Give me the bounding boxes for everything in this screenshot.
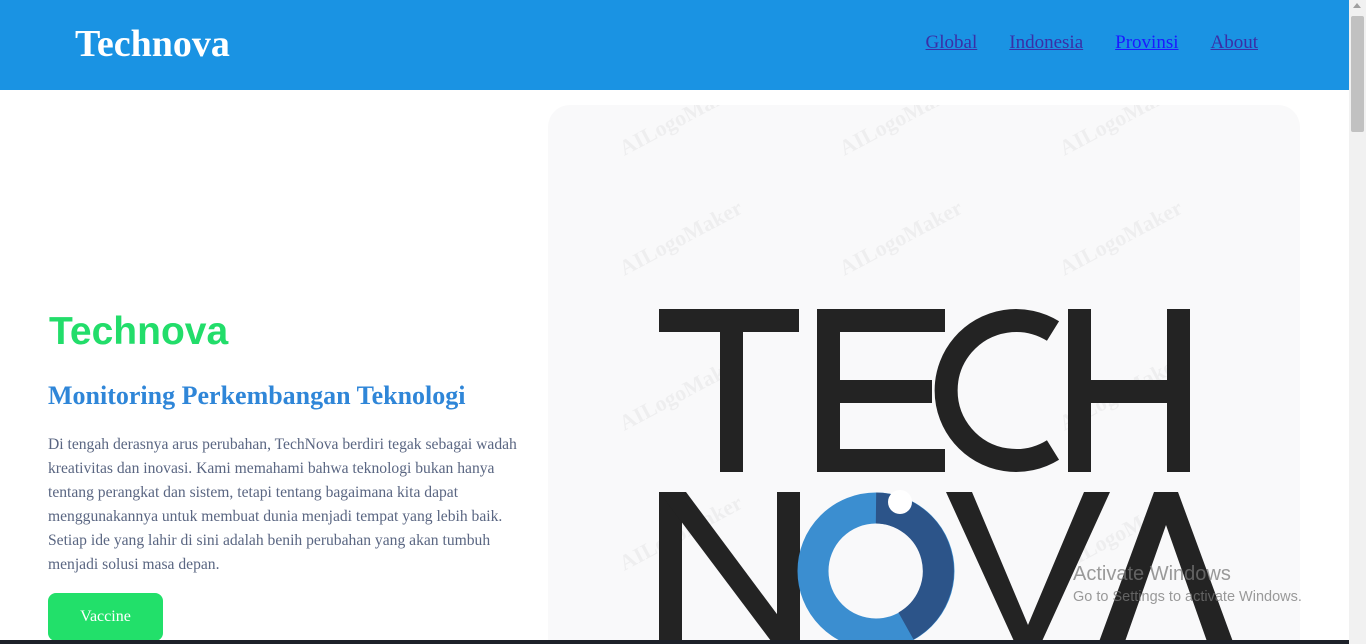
taskbar-edge	[0, 640, 1349, 644]
scrollbar-thumb[interactable]	[1351, 16, 1364, 132]
logo-letter-n	[777, 492, 800, 644]
activate-windows-watermark: Activate Windows Go to Settings to activ…	[1073, 563, 1302, 605]
hero-title: Technova	[49, 310, 229, 353]
navbar-brand[interactable]: Technova	[75, 22, 230, 66]
nav-link-provinsi[interactable]: Provinsi	[1115, 32, 1178, 54]
hero-subtitle: Monitoring Perkembangan Teknologi	[48, 381, 466, 410]
logo-letter-t	[720, 309, 743, 472]
nav-link-indonesia[interactable]: Indonesia	[1009, 32, 1083, 54]
vaccine-button[interactable]: Vaccine	[48, 593, 163, 641]
logo-letter-e	[817, 449, 945, 472]
activate-windows-subtitle: Go to Settings to activate Windows.	[1073, 589, 1302, 605]
nav-link-about[interactable]: About	[1211, 32, 1259, 54]
logo-letter-h	[1068, 380, 1190, 403]
logo-letter-o-accent	[875, 492, 954, 640]
nav-link-global[interactable]: Global	[926, 32, 978, 54]
navbar: Technova Global Indonesia Provinsi About	[0, 0, 1349, 90]
activate-windows-title: Activate Windows	[1073, 563, 1231, 585]
logo-letter-e	[817, 380, 932, 403]
logo-dot	[888, 490, 912, 514]
logo-letter-c	[934, 309, 1060, 472]
scroll-up-arrow-icon[interactable]	[1353, 3, 1361, 8]
nav-links: Global Indonesia Provinsi About	[926, 32, 1258, 54]
hero-description: Di tengah derasnya arus perubahan, TechN…	[48, 436, 517, 573]
